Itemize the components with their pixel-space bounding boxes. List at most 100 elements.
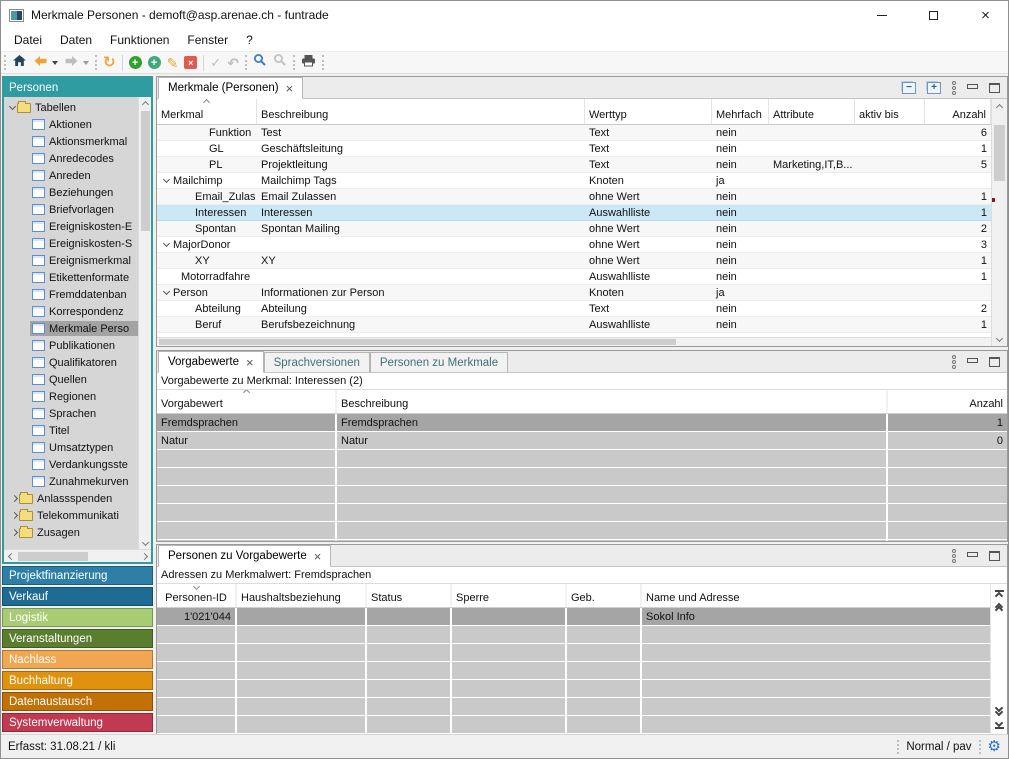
- column-header-merkmal[interactable]: Merkmal: [157, 99, 257, 124]
- add-copy-icon[interactable]: +: [148, 56, 161, 69]
- panel-maximize-icon[interactable]: [989, 83, 1000, 93]
- tab-personen-zu-merkmale[interactable]: Personen zu Merkmale: [370, 352, 508, 372]
- back-dropdown-icon[interactable]: [52, 61, 58, 65]
- edit-pencil-icon[interactable]: ✎: [167, 56, 179, 70]
- table-row-xy[interactable]: XY XY ohne Wert nein 1: [157, 253, 991, 269]
- table-row-motorradfahre[interactable]: Motorradfahre Auswahlliste nein 1: [157, 269, 991, 285]
- table-row-pl[interactable]: PL Projektleitung Text nein Marketing,IT…: [157, 157, 991, 173]
- sidebar-item-sprachen[interactable]: Sprachen: [4, 405, 138, 422]
- menu-item-fenster[interactable]: Fenster: [178, 30, 237, 50]
- column-header-mehrfach[interactable]: Mehrfach: [712, 99, 769, 124]
- column-header-beschreibung[interactable]: Beschreibung: [257, 99, 585, 124]
- sidebar-item-ereigniskosten-s[interactable]: Ereigniskosten-S: [4, 235, 138, 252]
- column-header-werttyp[interactable]: Werttyp: [585, 99, 712, 124]
- toolbar-grip[interactable]: [322, 55, 324, 70]
- tab-merkmale-personen[interactable]: Merkmale (Personen) ×: [158, 77, 303, 99]
- empty-row[interactable]: [157, 504, 1007, 522]
- menu-item-funktionen[interactable]: Funktionen: [101, 30, 178, 50]
- sidebar-item-verdankungsste[interactable]: Verdankungsste: [4, 456, 138, 473]
- table-row-beruf[interactable]: Beruf Berufsbezeichnung Auswahlliste nei…: [157, 317, 991, 333]
- merkmale-vertical-scrollbar[interactable]: [991, 99, 1007, 346]
- empty-row[interactable]: [157, 680, 990, 698]
- column-header-sperre[interactable]: Sperre: [452, 584, 567, 607]
- module-datenaustausch[interactable]: Datenaustausch: [2, 692, 153, 711]
- column-header-name-und-adresse[interactable]: Name und Adresse: [642, 584, 990, 607]
- sidebar-vertical-scrollbar[interactable]: [138, 97, 151, 549]
- table-row-funktion[interactable]: Funktion Test Text nein 6: [157, 125, 991, 141]
- scrollbar-thumb[interactable]: [159, 339, 676, 345]
- refresh-icon[interactable]: ↻: [103, 55, 116, 70]
- sidebar-item-aktionsmerkmal[interactable]: Aktionsmerkmal: [4, 133, 138, 150]
- table-row-gl[interactable]: GL Geschäftsleitung Text nein 1: [157, 141, 991, 157]
- print-icon[interactable]: [301, 54, 316, 72]
- sidebar-folder-zusagen[interactable]: Zusagen: [4, 524, 138, 541]
- sidebar-item-briefvorlagen[interactable]: Briefvorlagen: [4, 201, 138, 218]
- column-header-haushaltsbeziehung[interactable]: Haushaltsbeziehung: [237, 584, 367, 607]
- sidebar-item-qualifikatoren[interactable]: Qualifikatoren: [4, 354, 138, 371]
- tab-vorgabewerte[interactable]: Vorgabewerte×: [158, 351, 264, 373]
- settings-gear-icon[interactable]: ⚙: [988, 739, 1001, 754]
- toolbar-grip[interactable]: [293, 55, 295, 70]
- sidebar-horizontal-scrollbar[interactable]: [4, 549, 151, 562]
- sidebar-item-beziehungen[interactable]: Beziehungen: [4, 184, 138, 201]
- sidebar-item-merkmale-perso[interactable]: Merkmale Perso: [4, 320, 138, 337]
- toolbar-grip[interactable]: [95, 55, 97, 70]
- empty-row[interactable]: [157, 644, 990, 662]
- panel-minimize-icon[interactable]: [967, 552, 978, 557]
- sidebar-item-regionen[interactable]: Regionen: [4, 388, 138, 405]
- column-header-status[interactable]: Status: [367, 584, 452, 607]
- tab-personen-zu-vorgabewerte[interactable]: Personen zu Vorgabewerte ×: [158, 545, 331, 567]
- scroll-down-icon[interactable]: [139, 537, 151, 549]
- empty-row[interactable]: [157, 626, 990, 644]
- panel-menu-icon[interactable]: [952, 81, 956, 95]
- panel-menu-icon[interactable]: [952, 355, 956, 369]
- table-row-mailchimp[interactable]: Mailchimp Mailchimp Tags Knoten ja: [157, 173, 991, 189]
- sidebar-item-etikettenformate[interactable]: Etikettenformate: [4, 269, 138, 286]
- column-header-aktiv-bis[interactable]: aktiv bis: [855, 99, 925, 124]
- sidebar-item-aktionen[interactable]: Aktionen: [4, 116, 138, 133]
- empty-row[interactable]: [157, 468, 1007, 486]
- expand-all-icon[interactable]: +: [927, 82, 941, 94]
- sidebar-item-publikationen[interactable]: Publikationen: [4, 337, 138, 354]
- module-projektfinanzierung[interactable]: Projektfinanzierung: [2, 566, 153, 585]
- delete-trash-icon[interactable]: ×: [184, 56, 197, 69]
- close-icon[interactable]: ×: [314, 550, 322, 563]
- module-systemverwaltung[interactable]: Systemverwaltung: [2, 713, 153, 732]
- empty-row[interactable]: [157, 522, 1007, 540]
- add-icon[interactable]: +: [129, 56, 142, 69]
- scroll-up-icon[interactable]: [139, 97, 151, 109]
- chevron-down-icon[interactable]: [163, 288, 170, 295]
- column-header-vorgabewert[interactable]: Vorgabewert: [157, 390, 337, 413]
- table-row-majordonor[interactable]: MajorDonor ohne Wert nein 3: [157, 237, 991, 253]
- empty-row[interactable]: [157, 450, 1007, 468]
- close-icon[interactable]: ×: [246, 356, 254, 369]
- column-header-personen-id[interactable]: Personen-ID: [157, 584, 237, 607]
- table-row-email-zulas[interactable]: Email_Zulas Email Zulassen ohne Wert nei…: [157, 189, 991, 205]
- module-verkauf[interactable]: Verkauf: [2, 587, 153, 606]
- table-row-spontan[interactable]: Spontan Spontan Mailing ohne Wert nein 2: [157, 221, 991, 237]
- chevron-down-icon[interactable]: [163, 240, 170, 247]
- forward-icon[interactable]: [64, 54, 79, 72]
- module-buchhaltung[interactable]: Buchhaltung: [2, 671, 153, 690]
- panel-maximize-icon[interactable]: [989, 551, 1000, 561]
- column-header-attribute[interactable]: Attribute: [769, 99, 855, 124]
- scroll-down-icon[interactable]: [992, 332, 1007, 346]
- empty-row[interactable]: [157, 662, 990, 680]
- page-down-icon[interactable]: [996, 705, 1002, 716]
- empty-row[interactable]: [157, 540, 1007, 541]
- sidebar-item-ereignismerkmal[interactable]: Ereignismerkmal: [4, 252, 138, 269]
- forward-dropdown-icon[interactable]: [83, 61, 89, 65]
- confirm-check-icon[interactable]: ✓: [210, 55, 221, 71]
- module-veranstaltungen[interactable]: Veranstaltungen: [2, 629, 153, 648]
- column-header-anzahl[interactable]: Anzahl: [925, 99, 991, 124]
- page-up-icon[interactable]: [996, 603, 1002, 613]
- chevron-down-icon[interactable]: [163, 176, 170, 183]
- sidebar-item-fremddatenban[interactable]: Fremddatenban: [4, 286, 138, 303]
- table-row-abteilung[interactable]: Abteilung Abteilung Text nein 2: [157, 301, 991, 317]
- scroll-up-icon[interactable]: [992, 99, 1007, 113]
- window-minimize-button[interactable]: [859, 1, 904, 29]
- scrollbar-thumb[interactable]: [994, 125, 1005, 181]
- module-logistik[interactable]: Logistik: [2, 608, 153, 627]
- sidebar-folder-telekommunikati[interactable]: Telekommunikati: [4, 507, 138, 524]
- sidebar-folder-anlassspenden[interactable]: Anlassspenden: [4, 490, 138, 507]
